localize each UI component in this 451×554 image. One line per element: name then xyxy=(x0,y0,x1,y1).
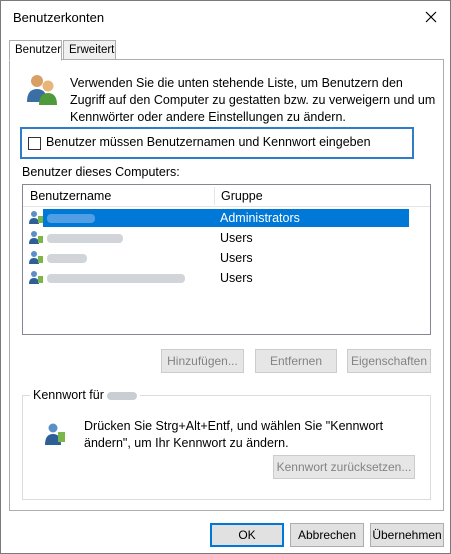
user-row-icon xyxy=(29,251,43,264)
password-group-title: Kennwort für xyxy=(30,388,140,402)
user-key-icon xyxy=(45,423,65,445)
users-list-header: Benutzername Gruppe xyxy=(23,185,430,207)
group-cell: Users xyxy=(220,271,253,285)
tab-benutzer[interactable]: Benutzer xyxy=(9,40,62,61)
group-cell: Users xyxy=(220,231,253,245)
require-login-checkbox[interactable] xyxy=(28,137,41,150)
redacted-username xyxy=(106,391,137,400)
users-list-caption: Benutzer dieses Computers: xyxy=(22,165,180,179)
table-row[interactable]: Administrators xyxy=(23,208,430,227)
group-cell: Users xyxy=(220,251,253,265)
tab-panel-benutzer: Verwenden Sie die unten stehende Liste, … xyxy=(9,59,444,511)
add-user-button[interactable]: Hinzufügen... xyxy=(161,349,244,373)
username-cell-redacted xyxy=(43,249,214,267)
user-row-icon xyxy=(29,211,43,224)
intro-text: Verwenden Sie die unten stehende Liste, … xyxy=(70,76,436,124)
close-icon xyxy=(425,11,437,23)
username-cell-redacted xyxy=(43,209,214,227)
password-instructions: Drücken Sie Strg+Alt+Entf, und wählen Si… xyxy=(84,419,384,450)
group-cell: Administrators xyxy=(214,209,409,227)
username-cell-redacted xyxy=(43,229,214,247)
ok-button[interactable]: OK xyxy=(210,523,284,547)
title-bar[interactable]: Benutzerkonten xyxy=(1,1,450,35)
require-login-focus-frame: Benutzer müssen Benutzernamen und Kennwo… xyxy=(20,127,414,159)
username-cell-redacted xyxy=(43,269,214,287)
column-separator[interactable] xyxy=(214,187,215,205)
close-button[interactable] xyxy=(418,5,444,29)
column-header-group[interactable]: Gruppe xyxy=(221,189,263,203)
users-listview[interactable]: Benutzername Gruppe Administrators Users… xyxy=(22,184,431,335)
user-accounts-dialog: Benutzerkonten Benutzer Erweitert Verwen… xyxy=(0,0,451,554)
table-row[interactable]: Users xyxy=(23,228,430,247)
tab-erweitert[interactable]: Erweitert xyxy=(63,40,116,60)
remove-user-button[interactable]: Entfernen xyxy=(255,349,337,373)
password-group-title-text: Kennwort für xyxy=(33,388,104,402)
properties-button[interactable]: Eigenschaften xyxy=(347,349,431,373)
column-header-username[interactable]: Benutzername xyxy=(30,189,111,203)
apply-button[interactable]: Übernehmen xyxy=(370,523,444,547)
window-title: Benutzerkonten xyxy=(13,10,105,25)
require-login-label[interactable]: Benutzer müssen Benutzernamen und Kennwo… xyxy=(46,135,371,149)
user-row-icon xyxy=(29,231,43,244)
table-row[interactable]: Users xyxy=(23,248,430,267)
user-row-icon xyxy=(29,271,43,284)
reset-password-button[interactable]: Kennwort zurücksetzen... xyxy=(273,455,415,479)
cancel-button[interactable]: Abbrechen xyxy=(290,523,364,547)
table-row[interactable]: Users xyxy=(23,268,430,287)
users-icon xyxy=(27,75,57,105)
